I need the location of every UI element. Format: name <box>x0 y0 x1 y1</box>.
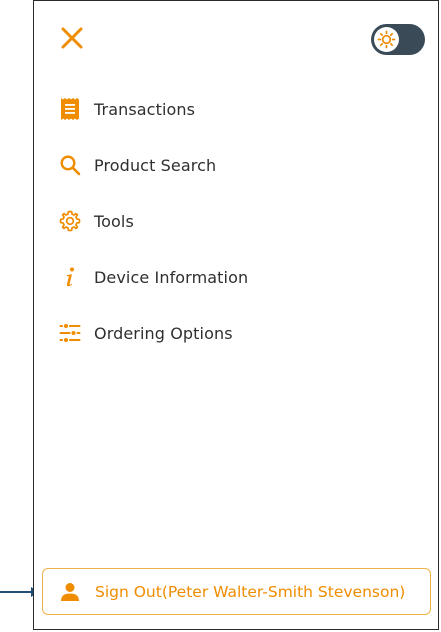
sun-icon <box>377 30 396 49</box>
sliders-icon <box>57 320 83 346</box>
menu-item-tools[interactable]: Tools <box>57 201 417 241</box>
receipt-icon <box>57 96 83 122</box>
close-icon <box>61 27 83 49</box>
menu-item-label: Ordering Options <box>94 323 233 343</box>
menu-item-label: Device Information <box>94 267 249 287</box>
theme-toggle[interactable] <box>371 24 425 55</box>
search-icon <box>57 152 83 178</box>
close-button[interactable] <box>59 25 85 51</box>
menu-item-label: Tools <box>94 211 134 231</box>
menu-item-label: Transactions <box>94 99 196 119</box>
menu-item-transactions[interactable]: Transactions <box>57 89 417 129</box>
menu-item-device-information[interactable]: Device Information <box>57 257 417 297</box>
menu-item-product-search[interactable]: Product Search <box>57 145 417 185</box>
toggle-knob <box>374 27 399 52</box>
sign-out-button[interactable]: Sign Out(Peter Walter-Smith Stevenson) <box>42 568 431 615</box>
navigation-drawer: Transactions Product Search Tools Device <box>33 0 439 630</box>
sign-out-label: Sign Out(Peter Walter-Smith Stevenson) <box>95 582 406 601</box>
info-icon <box>57 264 83 290</box>
menu-item-label: Product Search <box>94 155 217 175</box>
menu-item-ordering-options[interactable]: Ordering Options <box>57 313 417 353</box>
user-icon <box>59 581 81 603</box>
gear-icon <box>57 208 83 234</box>
